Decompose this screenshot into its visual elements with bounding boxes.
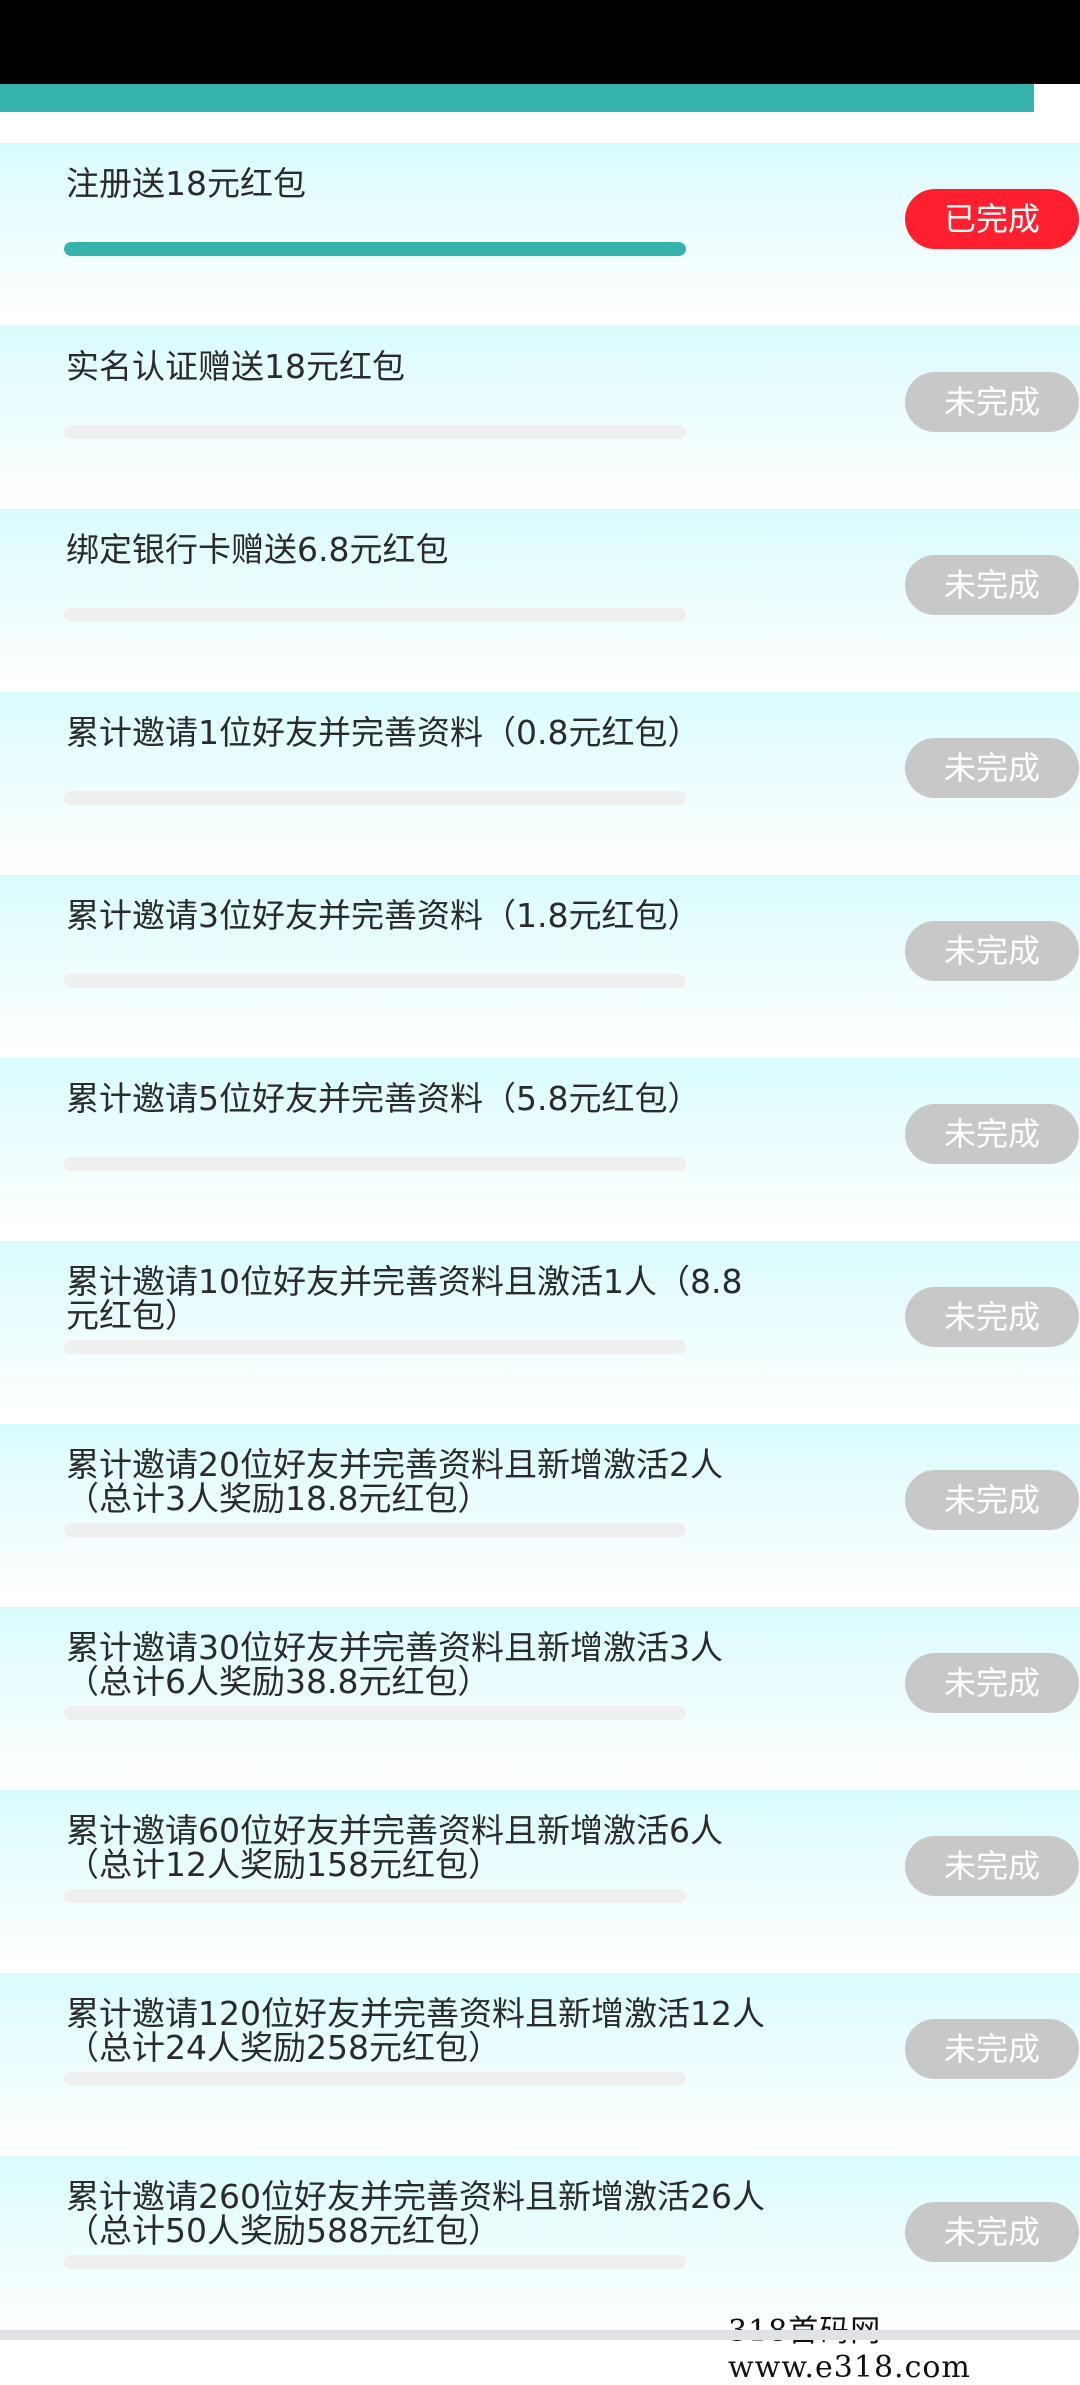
task-progress-bar [64, 242, 686, 256]
incomplete-status-button[interactable]: 未完成 [905, 2019, 1079, 2079]
task-progress-bar [64, 1523, 686, 1537]
task-progress-fill [64, 242, 686, 256]
incomplete-status-button[interactable]: 未完成 [905, 921, 1079, 981]
task-title: 累计邀请10位好友并完善资料且激活1人（8.8元红包） [66, 1262, 743, 1335]
incomplete-status-button[interactable]: 未完成 [905, 1287, 1079, 1347]
top-progress-fill [0, 84, 1034, 112]
incomplete-status-button[interactable]: 未完成 [905, 1836, 1079, 1896]
task-progress-bar [64, 791, 686, 805]
incomplete-status-button[interactable]: 未完成 [905, 738, 1079, 798]
task-progress-bar [64, 608, 686, 622]
incomplete-status-button[interactable]: 未完成 [905, 555, 1079, 615]
incomplete-status-button[interactable]: 未完成 [905, 2202, 1079, 2262]
incomplete-status-button[interactable]: 未完成 [905, 372, 1079, 432]
task-item: 累计邀请5位好友并完善资料（5.8元红包） 未完成 [0, 1058, 1080, 1236]
task-progress-bar [64, 1706, 686, 1720]
task-item: 注册送18元红包已完成 [0, 143, 1080, 321]
task-list: 注册送18元红包 已完成 实名认证赠送18元红包 未完成 绑定银行卡赠送6.8元红包 未完… [0, 143, 1080, 2339]
task-title: 绑定银行卡赠送6.8元红包 [66, 530, 449, 569]
completed-status-button[interactable]: 已完成 [905, 189, 1079, 249]
incomplete-status-button[interactable]: 未完成 [905, 1470, 1079, 1530]
task-item: 累计邀请60位好友并完善资料且新增激活6人（总计12人奖励158元红包） 未完成 [0, 1790, 1080, 1968]
task-item: 实名认证赠送18元红包未完成 [0, 326, 1080, 504]
task-title: 累计邀请30位好友并完善资料且新增激活3人（总计6人奖励38.8元红包） [66, 1628, 723, 1701]
task-title: 累计邀请20位好友并完善资料且新增激活2人（总计3人奖励18.8元红包） [66, 1445, 723, 1518]
incomplete-status-button[interactable]: 未完成 [905, 1104, 1079, 1164]
bottom-scroll-strip [0, 2330, 1080, 2340]
task-item: 累计邀请20位好友并完善资料且新增激活2人（总计3人奖励18.8元红包） 未完成 [0, 1424, 1080, 1602]
task-title: 注册送18元红包 [66, 164, 306, 203]
task-title: 累计邀请3位好友并完善资料（1.8元红包） [66, 896, 701, 935]
task-item: 累计邀请1位好友并完善资料（0.8元红包） 未完成 [0, 692, 1080, 870]
incomplete-status-button[interactable]: 未完成 [905, 1653, 1079, 1713]
task-progress-bar [64, 2072, 686, 2086]
task-title: 累计邀请120位好友并完善资料且新增激活12人（总计24人奖励258元红包） [66, 1994, 765, 2067]
watermark: 318首码网 www.e318.com [728, 2314, 971, 2385]
task-progress-bar [64, 1889, 686, 1903]
task-progress-bar [64, 1157, 686, 1171]
top-progress-bar [0, 84, 1080, 112]
task-progress-bar [64, 2255, 686, 2269]
status-bar [0, 0, 1080, 84]
task-item: 累计邀请30位好友并完善资料且新增激活3人（总计6人奖励38.8元红包） 未完成 [0, 1607, 1080, 1785]
task-progress-bar [64, 1340, 686, 1354]
task-progress-bar [64, 425, 686, 439]
task-title: 累计邀请5位好友并完善资料（5.8元红包） [66, 1079, 701, 1118]
task-title: 累计邀请260位好友并完善资料且新增激活26人（总计50人奖励588元红包） [66, 2177, 765, 2250]
task-progress-bar [64, 974, 686, 988]
task-item: 累计邀请10位好友并完善资料且激活1人（8.8元红包） 未完成 [0, 1241, 1080, 1419]
task-item: 累计邀请120位好友并完善资料且新增激活12人（总计24人奖励258元红包） 未完… [0, 1973, 1080, 2151]
task-item: 绑定银行卡赠送6.8元红包未完成 [0, 509, 1080, 687]
task-title: 累计邀请60位好友并完善资料且新增激活6人（总计12人奖励158元红包） [66, 1811, 723, 1884]
task-title: 累计邀请1位好友并完善资料（0.8元红包） [66, 713, 701, 752]
task-item: 累计邀请3位好友并完善资料（1.8元红包） 未完成 [0, 875, 1080, 1053]
task-title: 实名认证赠送18元红包 [66, 347, 405, 386]
